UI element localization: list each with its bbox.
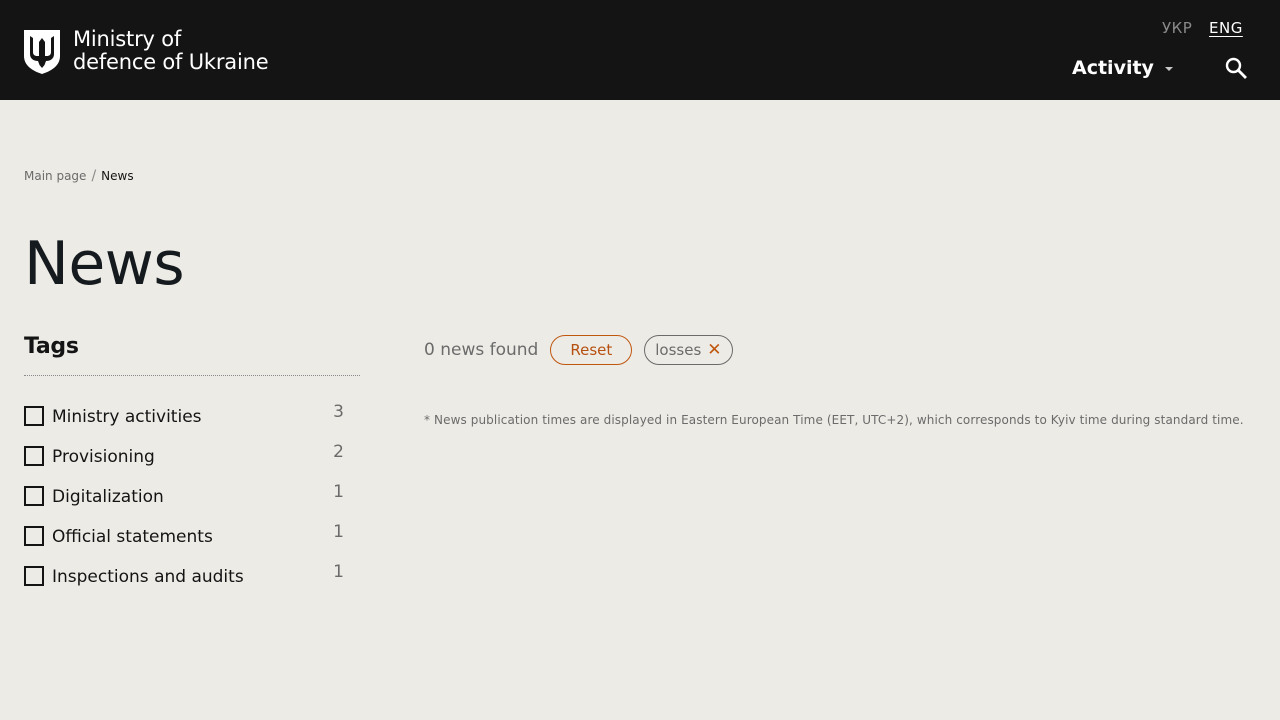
tag-checkbox[interactable] <box>24 526 44 546</box>
search-icon[interactable] <box>1224 56 1248 80</box>
close-icon[interactable]: ✕ <box>707 341 721 359</box>
breadcrumb-home-link[interactable]: Main page <box>24 169 86 183</box>
nav-activity-label: Activity <box>1072 57 1154 79</box>
filter-chip-label: losses <box>655 341 702 359</box>
nav-activity-menu[interactable]: Activity <box>1072 57 1173 79</box>
tag-checkbox[interactable] <box>24 406 44 426</box>
tags-heading: Tags <box>24 334 79 359</box>
breadcrumb: Main page / News <box>24 168 134 184</box>
tag-label: Ministry activities <box>52 407 202 427</box>
active-filter-chip[interactable]: losses ✕ <box>644 335 733 365</box>
tag-checkbox[interactable] <box>24 566 44 586</box>
tag-count: 2 <box>333 442 344 462</box>
results-bar: 0 news found Reset losses ✕ <box>424 335 733 365</box>
trident-emblem-icon <box>24 30 60 74</box>
tag-label: Inspections and audits <box>52 567 244 587</box>
tag-item-ministry-activities[interactable]: Ministry activities 3 <box>24 401 344 441</box>
lang-switch-eng[interactable]: ENG <box>1209 18 1243 38</box>
lang-switch-ukr[interactable]: УКР <box>1162 18 1192 38</box>
breadcrumb-current: News <box>101 169 134 183</box>
timezone-footnote: * News publication times are displayed i… <box>424 413 1244 427</box>
logo-line-2: defence of Ukraine <box>73 50 269 74</box>
tag-count: 1 <box>333 482 344 502</box>
tag-item-digitalization[interactable]: Digitalization 1 <box>24 481 344 521</box>
site-header: Ministry of defence of Ukraine УКР ENG A… <box>0 0 1280 100</box>
tag-count: 3 <box>333 402 344 422</box>
site-logo[interactable]: Ministry of defence of Ukraine <box>24 27 269 74</box>
tag-checkbox[interactable] <box>24 446 44 466</box>
reset-button[interactable]: Reset <box>550 335 633 365</box>
tag-item-provisioning[interactable]: Provisioning 2 <box>24 441 344 481</box>
results-count: 0 news found <box>424 340 539 360</box>
tag-filter-list: Ministry activities 3 Provisioning 2 Dig… <box>24 401 344 601</box>
tag-count: 1 <box>333 562 344 582</box>
tag-label: Provisioning <box>52 447 155 467</box>
tags-divider <box>24 375 360 376</box>
tag-item-inspections-and-audits[interactable]: Inspections and audits 1 <box>24 561 344 601</box>
tag-checkbox[interactable] <box>24 486 44 506</box>
tag-label: Official statements <box>52 527 213 547</box>
logo-line-1: Ministry of <box>73 27 182 51</box>
page-title: News <box>24 229 185 299</box>
logo-wordmark: Ministry of defence of Ukraine <box>73 27 269 74</box>
tag-item-official-statements[interactable]: Official statements 1 <box>24 521 344 561</box>
caret-down-icon <box>1164 66 1173 71</box>
tag-label: Digitalization <box>52 487 164 507</box>
tag-count: 1 <box>333 522 344 542</box>
breadcrumb-separator: / <box>91 168 97 184</box>
